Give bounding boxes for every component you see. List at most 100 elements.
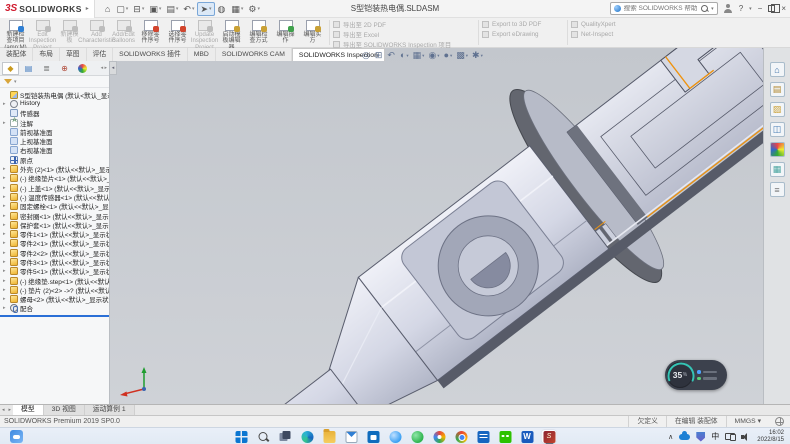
expand-arrow-icon[interactable]: ▸ xyxy=(3,268,8,274)
restore-button[interactable] xyxy=(768,5,775,12)
solidworks-icon[interactable]: S xyxy=(543,431,555,443)
taskbar-app[interactable] xyxy=(256,430,271,443)
section-view-icon[interactable]: ◐ ▾ xyxy=(400,50,409,61)
onedrive-icon[interactable] xyxy=(679,434,690,440)
tree-item[interactable]: ▸ 传感器 xyxy=(0,109,109,118)
panel-tab-arrows[interactable]: ◂ ▸ xyxy=(101,65,109,71)
previous-view-icon[interactable]: ↶ xyxy=(387,50,396,61)
export-button[interactable]: QualityXpert xyxy=(571,20,641,28)
tree-item[interactable]: ▸ 零件3<1> (默认<<默认>_显示状 xyxy=(0,257,109,266)
status-globe-icon[interactable] xyxy=(775,417,784,426)
photos-icon[interactable] xyxy=(433,431,445,443)
security-shield-icon[interactable] xyxy=(696,432,705,442)
export-button[interactable]: 导出至 2D PDF xyxy=(333,20,475,28)
expand-arrow-icon[interactable]: ▸ xyxy=(3,231,8,237)
ime-indicator[interactable]: 中 xyxy=(711,431,719,442)
ribbon-button[interactable]: Edit Inspection Project xyxy=(29,18,56,47)
dropdown-caret[interactable]: ▾ xyxy=(209,6,212,12)
expand-arrow-icon[interactable]: ▸ xyxy=(3,166,8,172)
ribbon-button[interactable]: 新建检 查项目 (amp:M) xyxy=(2,18,29,47)
ribbon-button[interactable]: 移除零 件序号 xyxy=(137,18,164,47)
export-button[interactable]: 导出至 SOLIDWORKS Inspection 项目 xyxy=(333,40,475,48)
zoom-area-icon[interactable]: ⊞ xyxy=(375,50,384,61)
expand-arrow-icon[interactable]: ▸ xyxy=(3,222,8,228)
edge-icon[interactable] xyxy=(301,431,313,443)
custom-properties-icon[interactable]: ≡ xyxy=(770,182,785,197)
tree-item[interactable]: ▸ (-) 上盖<1> (默认<<默认>_显示状 xyxy=(0,183,109,192)
appearances-icon[interactable] xyxy=(770,142,785,157)
cast-display-icon[interactable] xyxy=(725,433,735,440)
dropdown-caret[interactable]: ▾ xyxy=(450,53,452,59)
dropdown-caret[interactable]: ▾ xyxy=(466,53,468,59)
rollback-bar[interactable] xyxy=(0,315,109,317)
tree-item[interactable]: ▸ History xyxy=(0,99,109,108)
tree-item[interactable]: ▸ S型铠装热电偶 (默认<默认_显示状态-1 xyxy=(0,90,109,99)
ribbon-button[interactable]: Add Characteristic xyxy=(83,18,110,47)
tree-item[interactable]: ▸ 注解 xyxy=(0,118,109,127)
scenes-icon[interactable]: ▦ xyxy=(770,162,785,177)
ribbon-button[interactable]: Add/Edit Balloons xyxy=(110,18,137,47)
open-icon[interactable]: ⊟ ▾ xyxy=(131,2,146,16)
dropdown-caret[interactable]: ▾ xyxy=(142,6,145,12)
tree-item[interactable]: ▸ 配合 xyxy=(0,304,109,313)
hide-show-items-icon[interactable]: ◉ ▾ xyxy=(428,50,439,61)
expand-arrow-icon[interactable]: ▸ xyxy=(3,259,8,265)
task-view-icon[interactable] xyxy=(279,431,291,443)
app-book-icon[interactable] xyxy=(477,431,489,443)
export-button[interactable]: Export to 3D PDF xyxy=(482,20,564,28)
taskbar-app[interactable] xyxy=(388,430,403,443)
tree-item[interactable]: ▸ (-) 温度传感器<1> (默认<<默认>_ xyxy=(0,192,109,201)
edit-appearance-icon[interactable]: ● ▾ xyxy=(444,50,453,61)
panel-collapse-handle[interactable]: ◂ xyxy=(110,61,117,75)
tree-item[interactable]: ▸ 上视基准面 xyxy=(0,136,109,145)
start-icon[interactable] xyxy=(235,431,247,443)
login-icon[interactable] xyxy=(724,4,733,13)
status-cell[interactable]: MMGS ▾ xyxy=(726,416,769,427)
taskbar-app[interactable] xyxy=(344,430,359,443)
mail-icon[interactable] xyxy=(345,431,357,443)
ribbon-button[interactable]: Update Inspection Project xyxy=(191,18,218,47)
ribbon-tab[interactable]: 草图 xyxy=(60,48,87,61)
ribbon-tab[interactable]: SOLIDWORKS 插件 xyxy=(113,48,188,61)
expand-arrow-icon[interactable]: ▸ xyxy=(3,305,8,311)
dropdown-caret[interactable]: ▾ xyxy=(258,6,261,12)
taskbar-app[interactable] xyxy=(432,430,447,443)
chrome-icon[interactable] xyxy=(455,431,467,443)
wechat-icon[interactable] xyxy=(499,431,511,443)
search-icon[interactable] xyxy=(701,5,708,12)
print-icon[interactable]: ▤ ▾ xyxy=(164,2,180,16)
taskbar-app[interactable] xyxy=(278,430,293,443)
zoom-fit-icon[interactable]: ◎ xyxy=(362,50,371,61)
expand-arrow-icon[interactable]: ▸ xyxy=(3,175,8,181)
export-button[interactable]: 导出至 Excel xyxy=(333,30,475,38)
dropdown-caret[interactable]: ▾ xyxy=(176,6,179,12)
ribbon-button[interactable]: 编辑操 作 xyxy=(272,18,299,47)
document-tab[interactable]: 3D 视图 xyxy=(44,405,85,415)
view-settings-icon[interactable]: ✱ ▾ xyxy=(472,50,483,61)
dropdown-caret[interactable]: ▾ xyxy=(406,53,408,59)
file-explorer-icon[interactable]: ▨ xyxy=(770,102,785,117)
zoom-dial[interactable]: 35 % xyxy=(667,362,693,388)
dropdown-caret[interactable]: ▾ xyxy=(437,53,439,59)
dropdown-caret[interactable]: ▾ xyxy=(422,53,424,59)
configurationmanager-tab[interactable]: ≣ xyxy=(38,62,55,75)
search-input[interactable] xyxy=(624,5,698,12)
close-button[interactable]: × xyxy=(781,3,786,15)
expand-arrow-icon[interactable]: ▸ xyxy=(3,287,8,293)
ribbon-button[interactable]: 编辑检 查方式 xyxy=(245,18,272,47)
new-document-icon[interactable]: ▢ ▾ xyxy=(114,2,130,16)
help-button[interactable]: ? xyxy=(739,3,743,15)
tree-item[interactable]: ▸ 零件5<1> (默认<<默认>_显示状态 xyxy=(0,267,109,276)
options-gear-icon[interactable]: ⚙ ▾ xyxy=(246,2,262,16)
resources-icon[interactable]: ⌂ xyxy=(770,62,785,77)
tree-item[interactable]: ▸ 保护套<1> (默认<<默认>_显示状 xyxy=(0,220,109,229)
featuremanager-tab[interactable]: ◆ xyxy=(2,62,19,75)
3d-model[interactable] xyxy=(110,48,763,404)
status-cell[interactable]: 在编辑 装配体 xyxy=(666,416,726,427)
search-caret[interactable]: ▾ xyxy=(711,6,714,12)
tree-item[interactable]: ▸ 原点 xyxy=(0,155,109,164)
volume-icon[interactable] xyxy=(741,432,751,441)
search-icon[interactable] xyxy=(257,431,269,443)
taskbar-app[interactable] xyxy=(322,430,337,443)
store-icon[interactable] xyxy=(367,431,379,443)
